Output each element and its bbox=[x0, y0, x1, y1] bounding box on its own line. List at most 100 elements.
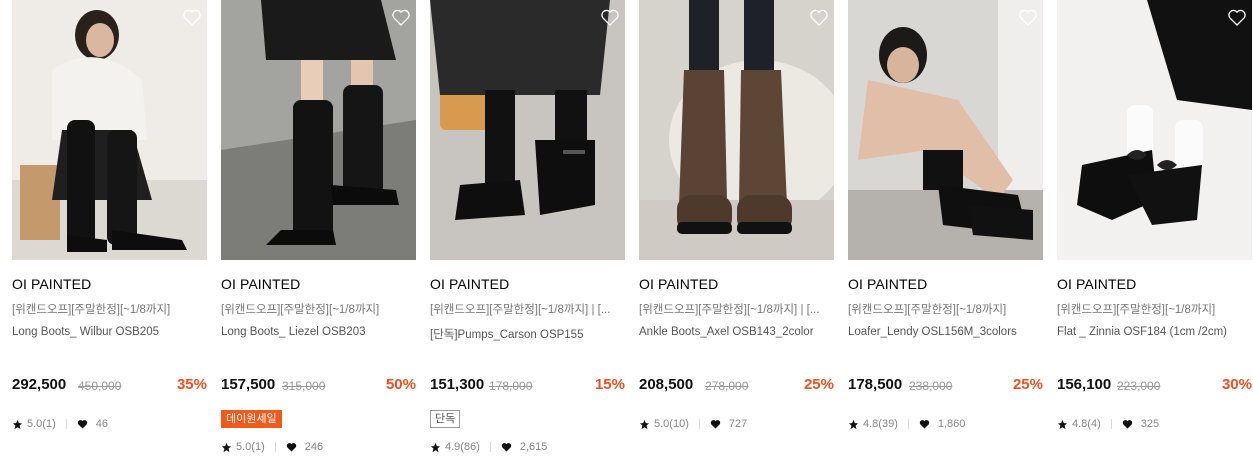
divider bbox=[698, 419, 700, 429]
rating: 5.0(10) bbox=[654, 418, 689, 430]
price-row: 292,500 450,000 35% bbox=[12, 376, 207, 396]
product-name[interactable]: Ankle Boots_Axel OSB143_2color bbox=[639, 326, 834, 338]
heart-filled-icon bbox=[501, 443, 512, 452]
product-card[interactable]: OI PAINTED [위캔드오프][주말한정][~1/8까지] | [... … bbox=[430, 0, 625, 464]
sale-price: 157,500 bbox=[221, 376, 276, 393]
sale-price: 151,300 bbox=[430, 376, 485, 393]
promo-text: [위캔드오프][주말한정][~1/8까지] | [... bbox=[430, 304, 611, 316]
star-icon bbox=[221, 442, 232, 452]
promo-text: [위캔드오프][주말한정][~1/8까지] bbox=[1057, 304, 1216, 316]
product-photo bbox=[639, 0, 834, 260]
original-price: 278,000 bbox=[705, 379, 749, 393]
heart-filled-icon bbox=[1122, 420, 1132, 429]
divider bbox=[489, 442, 491, 452]
original-price: 238,000 bbox=[909, 379, 953, 393]
product-name[interactable]: Long Boots_ Wilbur OSB205 bbox=[12, 326, 207, 338]
product-image[interactable] bbox=[430, 0, 625, 260]
heart-outline-icon[interactable] bbox=[1018, 8, 1038, 27]
product-photo bbox=[1057, 0, 1252, 260]
star-icon bbox=[430, 442, 441, 452]
heart-outline-icon[interactable] bbox=[182, 8, 202, 27]
rating: 4.9(86) bbox=[445, 441, 480, 453]
sale-badge: 데이원세일 bbox=[221, 410, 282, 428]
product-image[interactable] bbox=[848, 0, 1043, 260]
original-price: 315,000 bbox=[282, 379, 326, 393]
product-name[interactable]: Flat _ Zinnia OSF184 (1cm /2cm) bbox=[1057, 326, 1252, 338]
review-meta: 5.0(1) 46 bbox=[12, 418, 108, 430]
star-icon bbox=[639, 419, 650, 429]
discount-rate: 30% bbox=[1221, 376, 1252, 393]
product-name[interactable]: [단독]Pumps_Carson OSP155 bbox=[430, 326, 625, 342]
original-price: 178,000 bbox=[489, 379, 533, 393]
brand-name[interactable]: OI PAINTED bbox=[639, 276, 718, 292]
price-row: 178,500 238,000 25% bbox=[848, 376, 1043, 396]
product-card[interactable]: OI PAINTED [위캔드오프][주말한정][~1/8까지] | [... … bbox=[639, 0, 834, 464]
promo-text: [위캔드오프][주말한정][~1/8까지] bbox=[848, 304, 1007, 316]
discount-rate: 35% bbox=[176, 376, 207, 393]
product-photo bbox=[848, 0, 1043, 260]
brand-name[interactable]: OI PAINTED bbox=[221, 276, 300, 292]
original-price: 223,000 bbox=[1117, 379, 1161, 393]
divider bbox=[907, 419, 909, 429]
price-row: 156,100 223,000 30% bbox=[1057, 376, 1252, 396]
brand-name[interactable]: OI PAINTED bbox=[848, 276, 927, 292]
discount-rate: 15% bbox=[594, 376, 625, 393]
divider bbox=[274, 442, 276, 452]
original-price: 450,000 bbox=[78, 379, 122, 393]
product-name[interactable]: Long Boots_ Liezel OSB203 bbox=[221, 326, 416, 338]
sale-price: 156,100 bbox=[1057, 376, 1112, 393]
discount-rate: 25% bbox=[1012, 376, 1043, 393]
brand-name[interactable]: OI PAINTED bbox=[430, 276, 509, 292]
star-icon bbox=[12, 419, 23, 429]
brand-name[interactable]: OI PAINTED bbox=[1057, 276, 1136, 292]
exclusive-badge: 단독 bbox=[430, 410, 461, 428]
like-count: 325 bbox=[1140, 418, 1160, 430]
discount-rate: 25% bbox=[803, 376, 834, 393]
star-icon bbox=[1057, 419, 1068, 429]
like-count: 246 bbox=[304, 441, 324, 453]
product-grid: OI PAINTED [위캔드오프][주말한정][~1/8까지] Long Bo… bbox=[0, 0, 1253, 464]
divider bbox=[1110, 419, 1112, 429]
product-card[interactable]: OI PAINTED [위캔드오프][주말한정][~1/8까지] Long Bo… bbox=[12, 0, 207, 464]
like-count: 727 bbox=[728, 418, 748, 430]
brand-name[interactable]: OI PAINTED bbox=[12, 276, 91, 292]
heart-outline-icon[interactable] bbox=[1227, 8, 1247, 27]
review-meta: 4.9(86) 2,615 bbox=[430, 441, 547, 453]
rating: 4.8(4) bbox=[1072, 418, 1101, 430]
heart-filled-icon bbox=[77, 420, 87, 429]
rating: 5.0(1) bbox=[236, 441, 265, 453]
product-card[interactable]: OI PAINTED [위캔드오프][주말한정][~1/8까지] Long Bo… bbox=[221, 0, 416, 464]
heart-outline-icon[interactable] bbox=[391, 8, 411, 27]
product-card[interactable]: OI PAINTED [위캔드오프][주말한정][~1/8까지] Flat _ … bbox=[1057, 0, 1252, 464]
star-icon bbox=[848, 419, 859, 429]
review-meta: 5.0(1) 246 bbox=[221, 441, 323, 453]
price-row: 157,500 315,000 50% bbox=[221, 376, 416, 396]
sale-price: 292,500 bbox=[12, 376, 67, 393]
sale-price: 178,500 bbox=[848, 376, 903, 393]
heart-outline-icon[interactable] bbox=[809, 8, 829, 27]
product-image[interactable] bbox=[639, 0, 834, 260]
product-name[interactable]: Loafer_Lendy OSL156M_3colors bbox=[848, 326, 1043, 338]
heart-filled-icon bbox=[919, 420, 930, 429]
product-image[interactable] bbox=[12, 0, 207, 260]
like-count: 1,860 bbox=[937, 418, 966, 430]
product-photo bbox=[430, 0, 625, 260]
like-count: 46 bbox=[95, 418, 108, 430]
product-image[interactable] bbox=[221, 0, 416, 260]
review-meta: 5.0(10) 727 bbox=[639, 418, 747, 430]
product-photo bbox=[221, 0, 416, 260]
discount-rate: 50% bbox=[385, 376, 416, 393]
product-card[interactable]: OI PAINTED [위캔드오프][주말한정][~1/8까지] Loafer_… bbox=[848, 0, 1043, 464]
product-image[interactable] bbox=[1057, 0, 1252, 260]
heart-outline-icon[interactable] bbox=[600, 8, 620, 27]
rating: 4.8(39) bbox=[863, 418, 898, 430]
sale-price: 208,500 bbox=[639, 376, 694, 393]
price-row: 151,300 178,000 15% bbox=[430, 376, 625, 396]
review-meta: 4.8(4) 325 bbox=[1057, 418, 1159, 430]
rating: 5.0(1) bbox=[27, 418, 56, 430]
promo-text: [위캔드오프][주말한정][~1/8까지] bbox=[221, 304, 380, 316]
review-meta: 4.8(39) 1,860 bbox=[848, 418, 965, 430]
divider bbox=[65, 419, 67, 429]
heart-filled-icon bbox=[710, 420, 721, 429]
price-row: 208,500 278,000 25% bbox=[639, 376, 834, 396]
